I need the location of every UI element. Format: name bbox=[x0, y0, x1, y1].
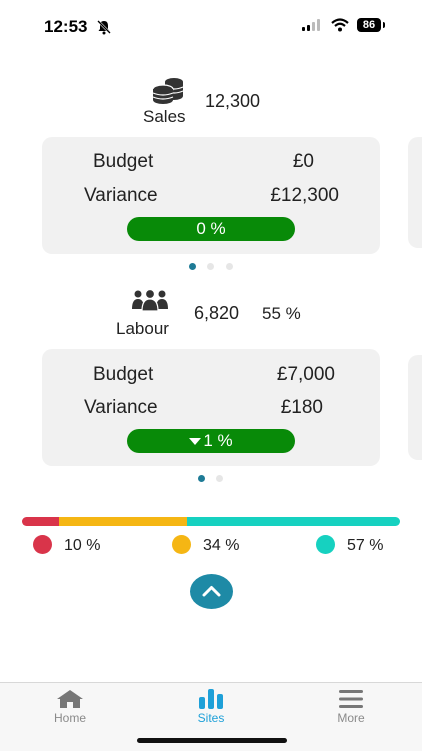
labour-next-card[interactable] bbox=[408, 355, 422, 460]
legend-label: 57 % bbox=[347, 537, 384, 554]
distribution-segment bbox=[186, 517, 400, 526]
labour-value: 6,820 bbox=[194, 303, 240, 323]
battery-tip bbox=[383, 22, 385, 28]
legend-dot-yellow bbox=[172, 535, 191, 554]
labour-budget-card[interactable]: Budget £7,000 Variance £180 1 % bbox=[42, 349, 380, 466]
labour-page-dot[interactable] bbox=[198, 475, 205, 482]
status-bar: 12:53 86 bbox=[0, 0, 422, 50]
coins-icon bbox=[152, 78, 184, 104]
status-time: 12:53 bbox=[44, 17, 88, 36]
labour-variance-label: Variance bbox=[84, 397, 158, 418]
labour-label: Labour bbox=[116, 319, 169, 338]
triangle-down-icon bbox=[189, 438, 202, 446]
sales-variance-percent: 0 % bbox=[196, 219, 226, 238]
bell-off-icon bbox=[97, 20, 111, 35]
labour-percent: 55 % bbox=[262, 304, 301, 323]
home-indicator bbox=[137, 738, 287, 743]
labour-budget-value: £7,000 bbox=[276, 364, 335, 385]
sales-variance-value: £12,300 bbox=[270, 185, 339, 206]
tab-home-label: Home bbox=[53, 711, 86, 725]
sales-budget-value: £0 bbox=[292, 151, 314, 172]
sales-page-dot[interactable] bbox=[207, 263, 214, 270]
signal-icon bbox=[302, 19, 320, 31]
home-icon bbox=[57, 690, 83, 708]
distribution-segment bbox=[22, 517, 60, 526]
sales-label: Sales bbox=[143, 107, 186, 126]
sales-variance-label: Variance bbox=[84, 185, 158, 206]
tab-sites[interactable]: Sites bbox=[161, 683, 261, 731]
menu-icon bbox=[339, 690, 363, 708]
sales-value: 12,300 bbox=[205, 91, 261, 111]
labour-page-dot[interactable] bbox=[216, 475, 223, 482]
legend-label: 34 % bbox=[203, 537, 240, 554]
team-icon bbox=[132, 289, 168, 311]
sales-budget-label: Budget bbox=[93, 151, 154, 172]
labour-variance-pill: 1 % bbox=[127, 429, 295, 453]
tab-more[interactable]: More bbox=[301, 683, 401, 731]
legend-dot-teal bbox=[316, 535, 335, 554]
sales-variance-pill: 0 % bbox=[127, 217, 295, 241]
battery-indicator: 86 bbox=[357, 18, 381, 32]
sales-page-dot[interactable] bbox=[189, 263, 196, 270]
sales-next-card[interactable] bbox=[408, 137, 422, 248]
sales-page-dot[interactable] bbox=[226, 263, 233, 270]
distribution-segment bbox=[59, 517, 187, 526]
tab-home[interactable]: Home bbox=[20, 683, 120, 731]
bar-chart-icon bbox=[199, 689, 223, 709]
labour-variance-value: £180 bbox=[280, 397, 323, 418]
wifi-icon bbox=[331, 18, 349, 32]
tab-more-label: More bbox=[337, 711, 365, 725]
scroll-up-button[interactable] bbox=[190, 574, 233, 609]
tab-sites-label: Sites bbox=[197, 711, 225, 725]
legend-dot-red bbox=[33, 535, 52, 554]
labour-variance-percent: 1 % bbox=[203, 431, 233, 450]
chevron-up-icon bbox=[202, 586, 221, 597]
sales-budget-card[interactable]: Budget £0 Variance £12,300 0 % bbox=[42, 137, 380, 254]
legend-label: 10 % bbox=[64, 537, 101, 554]
labour-budget-label: Budget bbox=[93, 364, 154, 385]
